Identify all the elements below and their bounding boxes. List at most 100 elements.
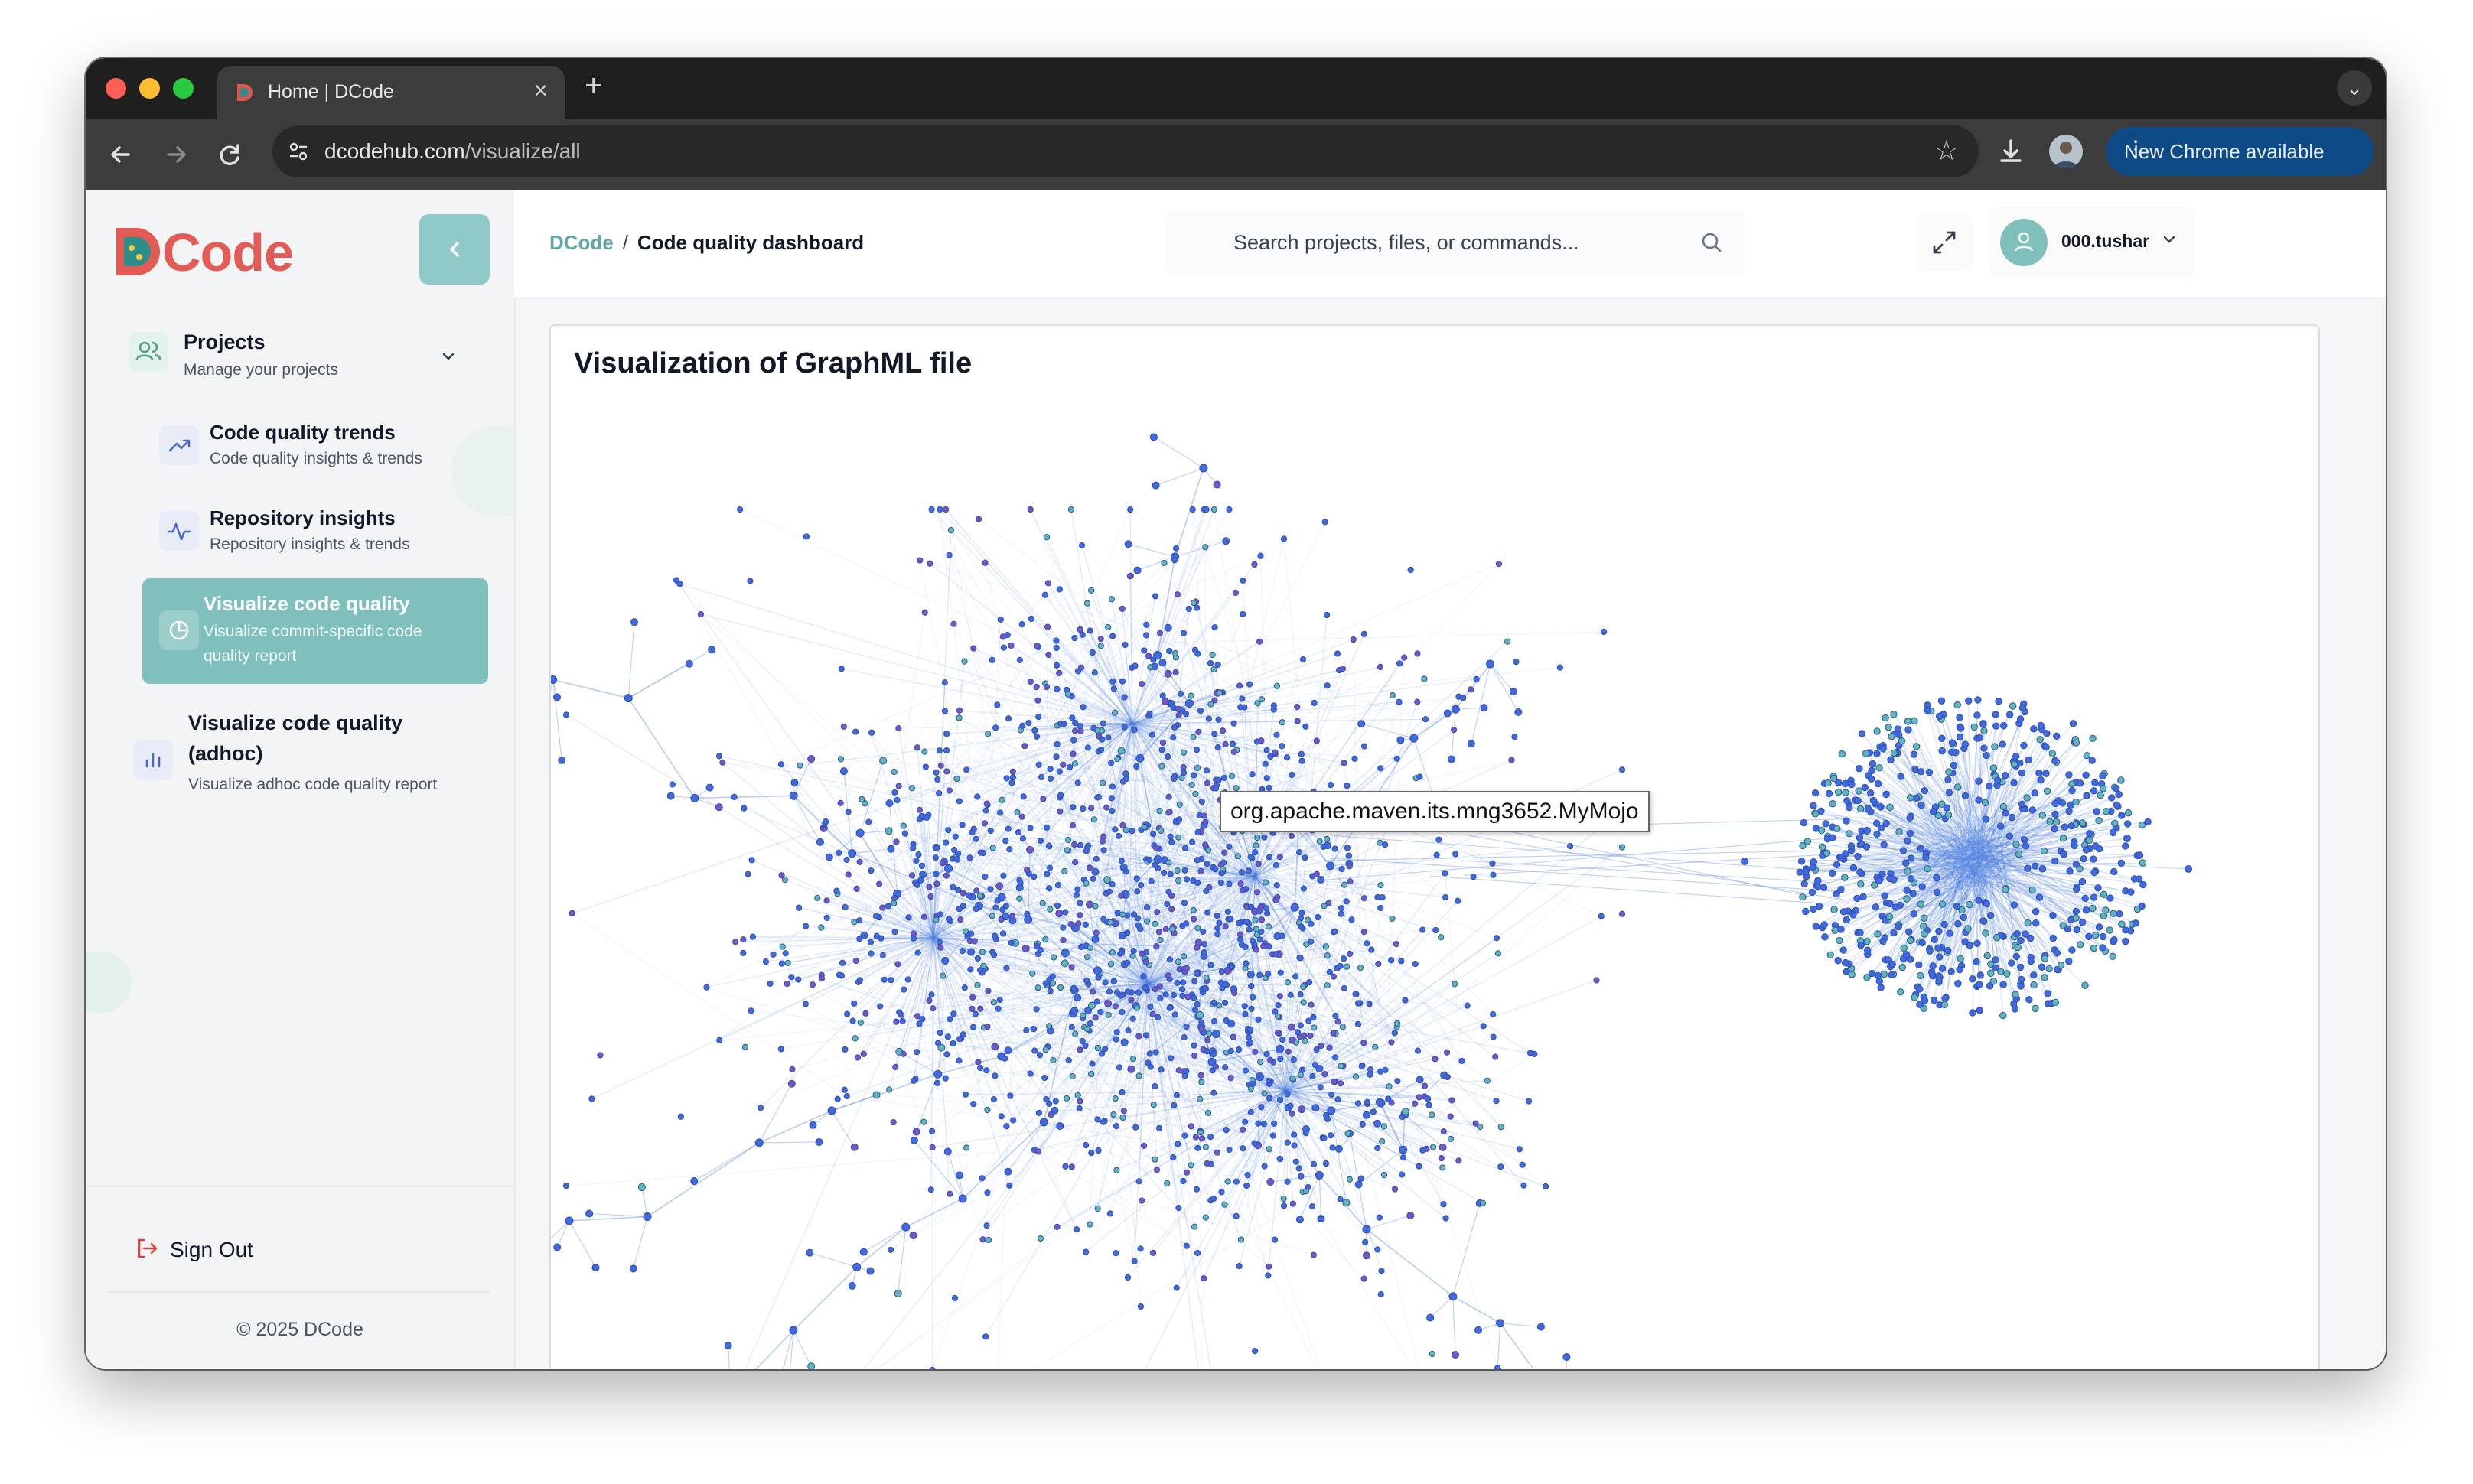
graph-node[interactable]	[1158, 747, 1165, 753]
graph-node[interactable]	[1313, 737, 1320, 744]
graph-node[interactable]	[1266, 943, 1272, 950]
graph-node[interactable]	[789, 1066, 796, 1072]
graph-node[interactable]	[1204, 847, 1212, 854]
graph-node[interactable]	[1311, 699, 1318, 707]
graph-node[interactable]	[1168, 1055, 1175, 1062]
graph-node[interactable]	[1175, 816, 1183, 823]
graph-node[interactable]	[1316, 838, 1323, 845]
graph-node[interactable]	[2000, 722, 2008, 730]
graph-node[interactable]	[1239, 695, 1246, 702]
graph-node[interactable]	[1201, 812, 1208, 819]
graph-node[interactable]	[1869, 760, 1877, 768]
graph-node[interactable]	[1350, 636, 1357, 643]
graph-node[interactable]	[1368, 946, 1375, 953]
graph-node[interactable]	[1050, 954, 1057, 961]
graph-node[interactable]	[1045, 842, 1053, 849]
graph-node[interactable]	[1122, 770, 1129, 777]
graph-node[interactable]	[1000, 872, 1007, 879]
graph-node[interactable]	[922, 763, 929, 770]
graph-node[interactable]	[1202, 841, 1209, 848]
graph-node[interactable]	[1975, 796, 1983, 804]
graph-node[interactable]	[1834, 957, 1842, 965]
graph-node[interactable]	[2049, 934, 2057, 942]
graph-node[interactable]	[1173, 1092, 1181, 1098]
graph-node[interactable]	[1833, 825, 1841, 832]
graph-node[interactable]	[2010, 779, 2018, 787]
graph-node[interactable]	[1008, 779, 1015, 786]
graph-node[interactable]	[1157, 994, 1164, 1002]
graph-node[interactable]	[1076, 1105, 1083, 1112]
graph-node[interactable]	[716, 1037, 723, 1043]
graph-node[interactable]	[1255, 1016, 1262, 1023]
graph-node[interactable]	[1464, 1002, 1471, 1009]
graph-node[interactable]	[814, 894, 821, 902]
graph-node[interactable]	[1124, 540, 1132, 548]
graph-node[interactable]	[643, 1212, 652, 1222]
graph-node[interactable]	[1119, 911, 1126, 918]
graph-node[interactable]	[1285, 1048, 1292, 1055]
graph-node[interactable]	[1944, 811, 1953, 819]
graph-node[interactable]	[940, 972, 947, 979]
graph-node[interactable]	[917, 557, 924, 564]
graph-node[interactable]	[2122, 937, 2129, 945]
graph-node[interactable]	[1120, 1038, 1129, 1046]
graph-node[interactable]	[685, 659, 693, 668]
graph-node[interactable]	[1810, 858, 1817, 866]
graph-node[interactable]	[1088, 805, 1095, 812]
graph-node[interactable]	[1064, 847, 1070, 854]
graph-node[interactable]	[1937, 697, 1946, 705]
graph-node[interactable]	[1167, 871, 1174, 878]
graph-node[interactable]	[1053, 662, 1061, 669]
graph-node[interactable]	[944, 864, 953, 873]
graph-node[interactable]	[1027, 825, 1034, 831]
graph-node[interactable]	[1060, 761, 1067, 768]
graph-node[interactable]	[2002, 771, 2009, 779]
graph-node[interactable]	[1948, 739, 1957, 747]
graph-node[interactable]	[2085, 836, 2093, 844]
graph-node[interactable]	[1133, 566, 1142, 574]
graph-node[interactable]	[1071, 634, 1078, 642]
graph-node[interactable]	[2115, 790, 2123, 799]
graph-node[interactable]	[778, 960, 785, 967]
graph-node[interactable]	[946, 552, 953, 558]
graph-node[interactable]	[1511, 734, 1518, 740]
graph-node[interactable]	[1230, 748, 1237, 755]
graph-node[interactable]	[921, 748, 928, 755]
graph-node[interactable]	[747, 578, 754, 584]
graph-node[interactable]	[1480, 1023, 1487, 1030]
graph-node[interactable]	[934, 1040, 942, 1046]
graph-node[interactable]	[1211, 731, 1218, 737]
graph-node[interactable]	[736, 506, 744, 513]
graph-node[interactable]	[1808, 888, 1816, 897]
reload-icon[interactable]	[211, 136, 248, 173]
graph-node[interactable]	[1953, 783, 1962, 791]
graph-node[interactable]	[1909, 890, 1917, 897]
graph-node[interactable]	[2013, 930, 2021, 938]
graph-node[interactable]	[2051, 857, 2059, 865]
graph-node[interactable]	[1170, 704, 1177, 711]
graph-node[interactable]	[1364, 940, 1370, 947]
graph-node[interactable]	[1440, 1201, 1447, 1208]
graph-node[interactable]	[973, 887, 980, 894]
graph-node[interactable]	[1143, 949, 1150, 955]
graph-node[interactable]	[1045, 1023, 1053, 1030]
graph-node[interactable]	[1231, 990, 1238, 997]
graph-node[interactable]	[1930, 996, 1938, 1004]
graph-node[interactable]	[1307, 1032, 1314, 1040]
graph-node[interactable]	[1191, 772, 1197, 779]
back-icon[interactable]	[103, 136, 139, 173]
sidebar-item-visualize-adhoc[interactable]: Visualize code quality (adhoc) Visualize…	[124, 710, 491, 809]
graph-node[interactable]	[1936, 712, 1944, 721]
graph-node[interactable]	[1149, 731, 1156, 738]
graph-node[interactable]	[2037, 721, 2045, 730]
graph-node[interactable]	[879, 757, 888, 765]
graph-node[interactable]	[1198, 1019, 1205, 1026]
graph-node[interactable]	[1118, 892, 1125, 899]
graph-node[interactable]	[1250, 1080, 1256, 1088]
graph-node[interactable]	[1921, 930, 1928, 938]
graph-node[interactable]	[1367, 1071, 1373, 1078]
graph-node[interactable]	[1124, 929, 1131, 936]
graph-node[interactable]	[1376, 1214, 1383, 1221]
graph-node[interactable]	[1973, 958, 1980, 966]
graph-node[interactable]	[1917, 768, 1925, 776]
